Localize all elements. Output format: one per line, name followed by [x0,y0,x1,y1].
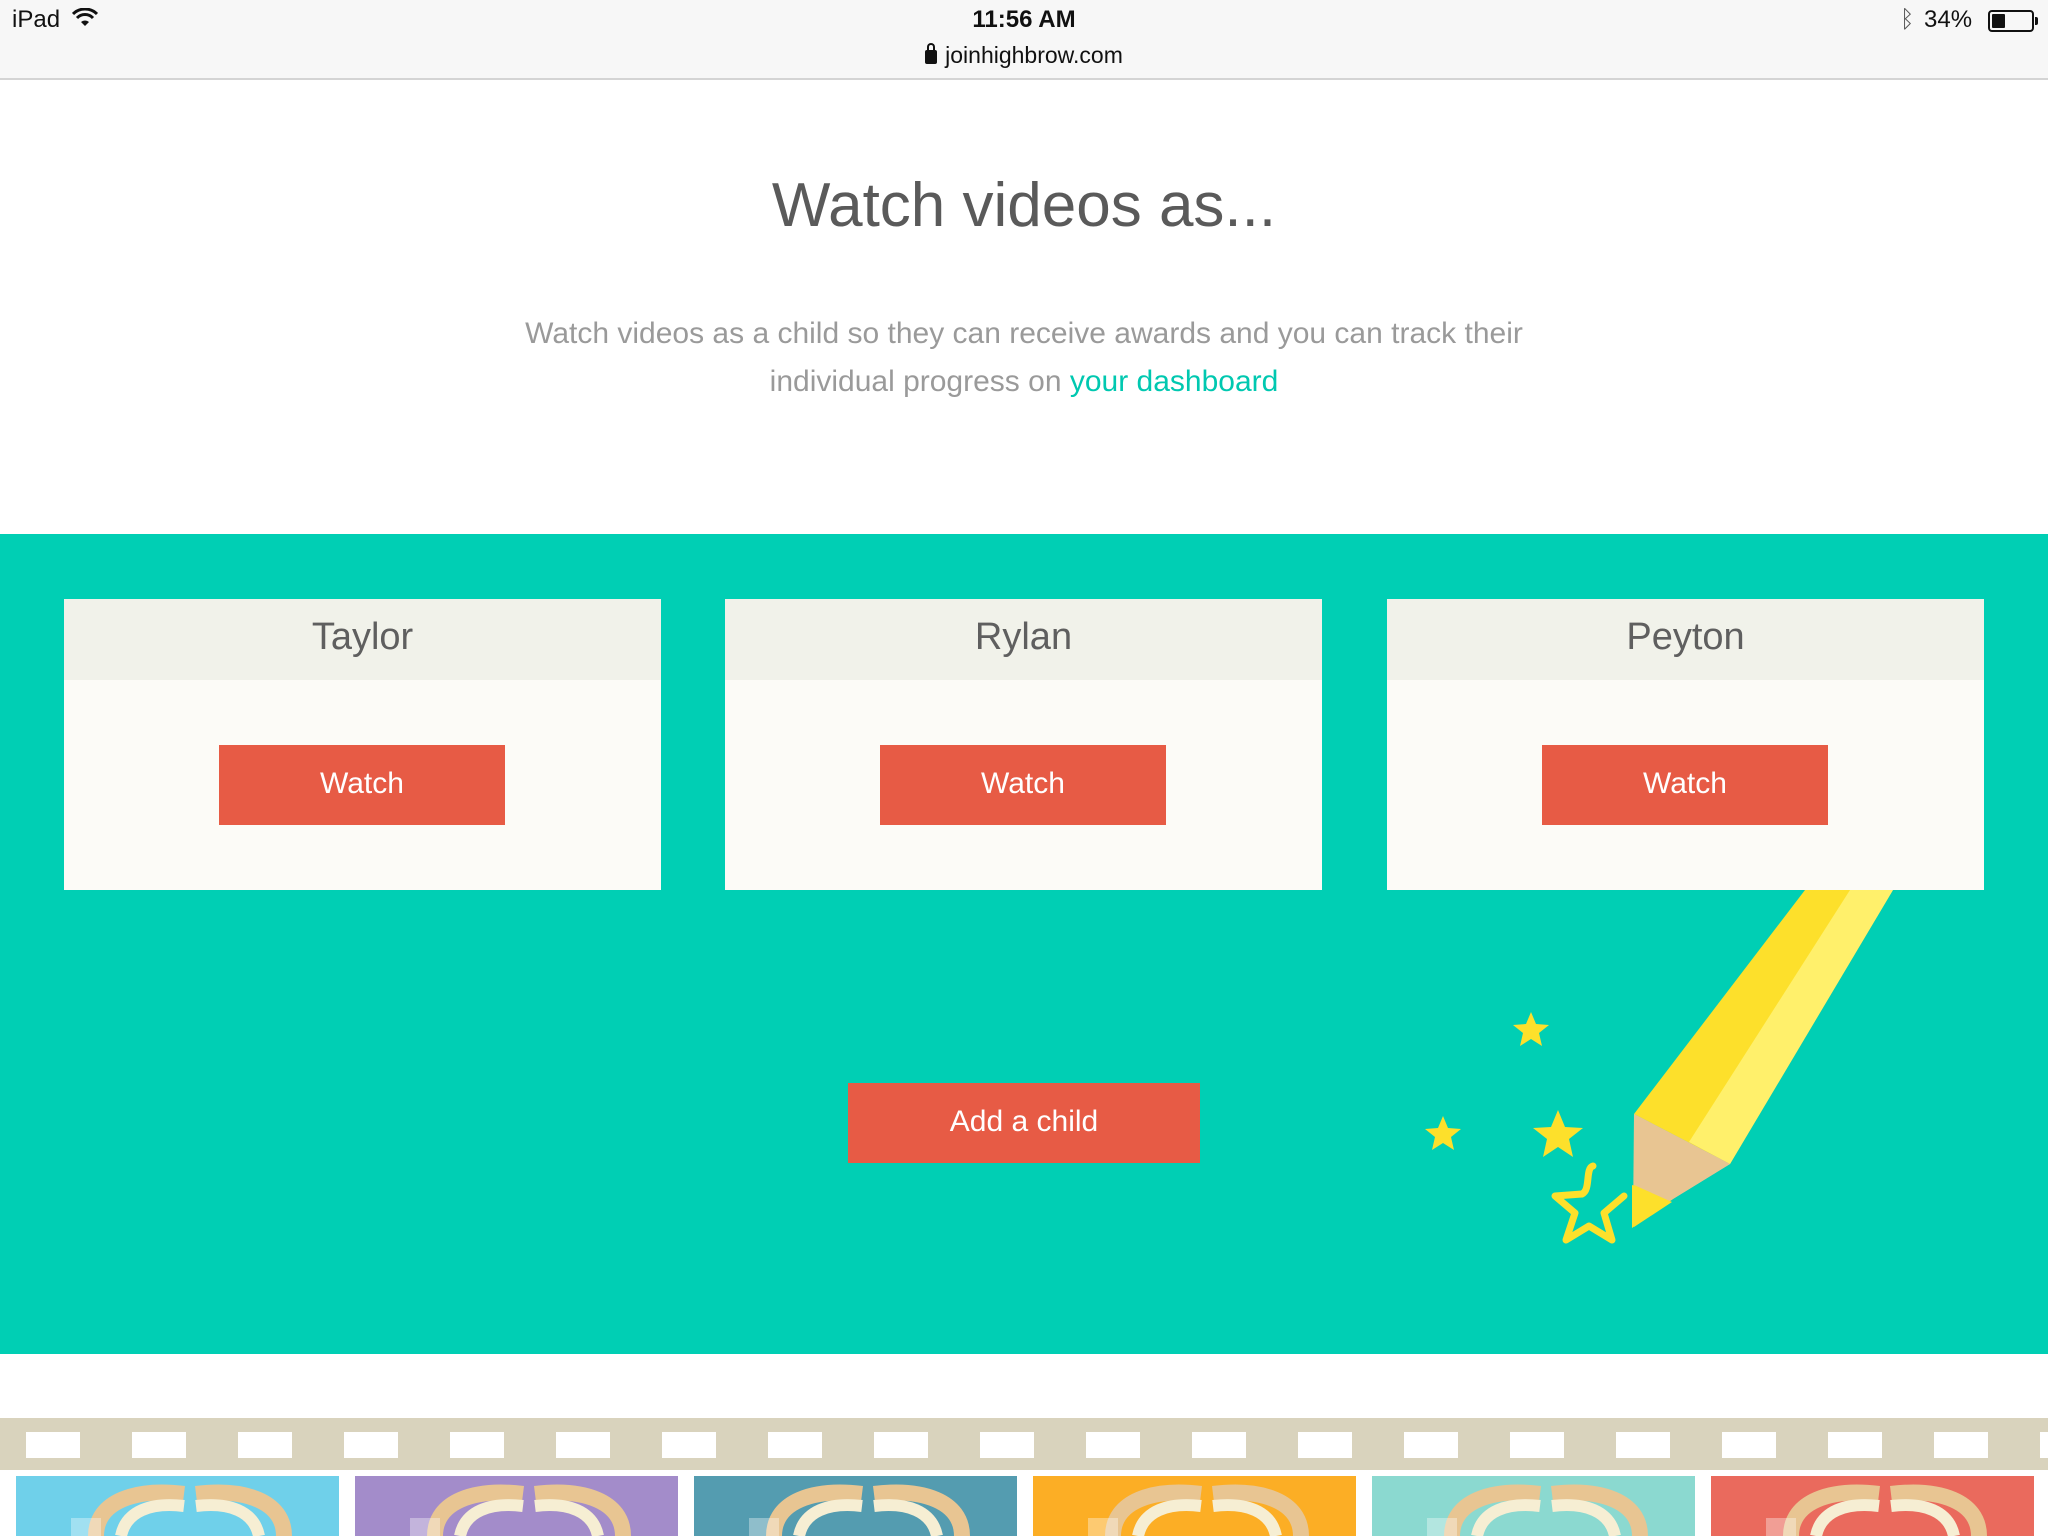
child-card: Peyton Watch [1387,599,1984,890]
film-hole [1510,1432,1564,1458]
star-icon [1533,1110,1583,1157]
book-logo-icon [410,1484,631,1536]
film-hole [238,1432,292,1458]
bluetooth-icon: ᛒ [1900,6,1915,33]
watch-button[interactable]: Watch [219,745,505,825]
video-thumbnail[interactable] [16,1476,339,1536]
film-hole [1298,1432,1352,1458]
battery-percent: 34% [1924,6,1973,33]
film-hole [2040,1432,2048,1458]
dashboard-link[interactable]: your dashboard [1070,365,1278,398]
video-thumbnail[interactable] [355,1476,678,1536]
film-hole [1934,1432,1988,1458]
film-strip [0,1418,2048,1470]
address-bar[interactable]: joinhighbrow.com [0,42,2048,69]
film-hole [980,1432,1034,1458]
film-hole [1616,1432,1670,1458]
subtitle-text: Watch videos as a child so they can rece… [525,317,1523,398]
status-bar: iPad 11:56 AM joinhighbrow.com ᛒ 34% [0,0,2048,80]
book-logo-icon [1427,1484,1648,1536]
watch-button[interactable]: Watch [880,745,1166,825]
book-logo-icon [71,1484,292,1536]
video-thumbnail[interactable] [694,1476,1017,1536]
film-hole [344,1432,398,1458]
star-icon [1425,1116,1461,1150]
video-thumbnail[interactable] [1033,1476,1356,1536]
book-logo-icon [1766,1484,1987,1536]
battery-icon [1988,10,2038,32]
star-icon [1513,1012,1549,1046]
film-hole [768,1432,822,1458]
url-text: joinhighbrow.com [945,42,1123,68]
film-hole [1192,1432,1246,1458]
child-card: Rylan Watch [725,599,1322,890]
film-hole [662,1432,716,1458]
film-hole [26,1432,80,1458]
video-thumbnail[interactable] [1711,1476,2034,1536]
film-hole [556,1432,610,1458]
child-card: Taylor Watch [64,599,661,890]
add-child-button[interactable]: Add a child [848,1083,1200,1163]
clock: 11:56 AM [972,6,1076,33]
video-thumbnails [0,1476,2048,1536]
page-title: Watch videos as... [771,171,1277,240]
film-hole [450,1432,504,1458]
pencil-drawing [1425,890,1893,1244]
page-subtitle: Watch videos as a child so they can rece… [474,310,1574,406]
film-hole [1722,1432,1776,1458]
watch-button[interactable]: Watch [1542,745,1828,825]
children-section: Taylor Watch Rylan Watch Peyton Watch Ad… [0,534,2048,1354]
child-name: Rylan [725,599,1322,680]
child-name: Taylor [64,599,661,680]
film-hole [874,1432,928,1458]
child-name: Peyton [1387,599,1984,680]
film-hole [1828,1432,1882,1458]
film-hole [1404,1432,1458,1458]
book-logo-icon [749,1484,970,1536]
lock-icon [925,43,938,64]
video-thumbnail[interactable] [1372,1476,1695,1536]
battery-level [1992,14,2005,28]
star-outline-icon [1551,1162,1628,1244]
film-hole [132,1432,186,1458]
film-hole [1086,1432,1140,1458]
book-logo-icon [1088,1484,1309,1536]
